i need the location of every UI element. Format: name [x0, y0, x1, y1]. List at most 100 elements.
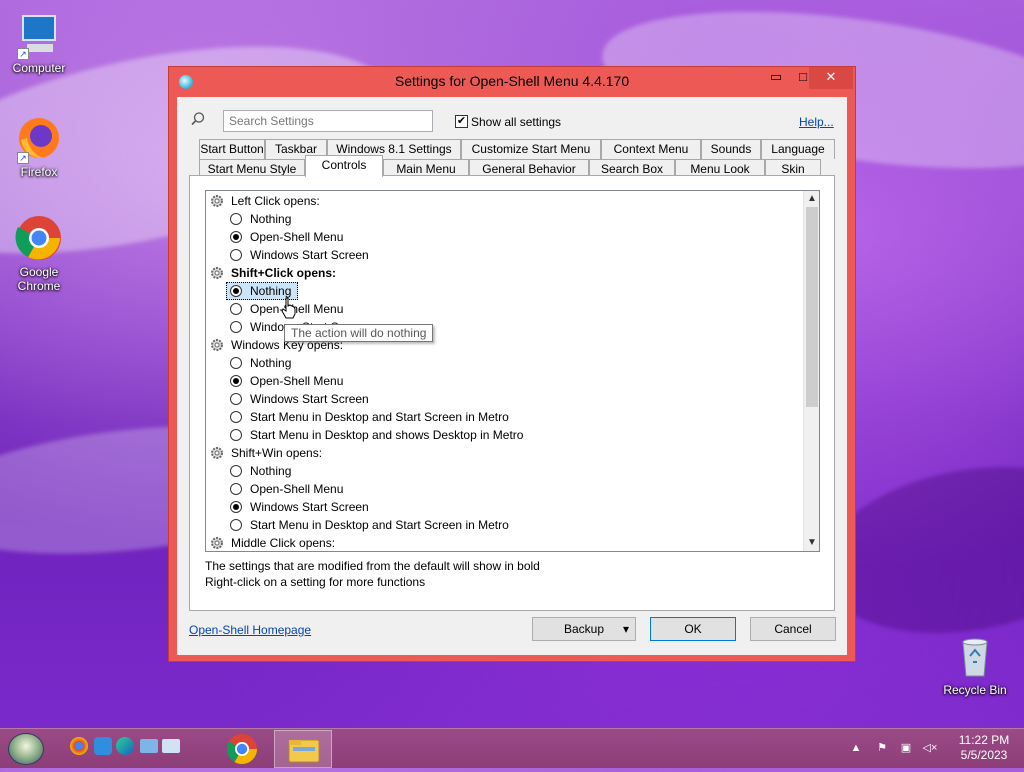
radio-button[interactable] [230, 375, 242, 387]
gear-icon [211, 537, 223, 549]
radio-button[interactable] [230, 501, 242, 513]
recycle-bin-icon [951, 632, 999, 680]
radio-button[interactable] [230, 393, 242, 405]
tooltip: The action will do nothing [284, 324, 434, 342]
group-label: Left Click opens: [231, 194, 320, 208]
desktop-icon-label: Computer [12, 61, 66, 75]
tab-sounds[interactable]: Sounds [701, 139, 761, 159]
option-label: Open-Shell Menu [250, 482, 344, 496]
quick-launch-window-icon[interactable] [162, 739, 180, 753]
window-client-area: Search Settings ✔ Show all settings Help… [177, 97, 847, 655]
desktop-icon-label: Google Chrome [17, 265, 61, 293]
quick-launch-edge-icon[interactable] [116, 737, 134, 755]
volume-muted-icon[interactable]: ◁× [922, 741, 938, 755]
option-label: Start Menu in Desktop and Start Screen i… [250, 518, 509, 532]
desktop-icon-recycle-bin[interactable]: Recycle Bin [936, 632, 1014, 697]
show-all-settings-checkbox[interactable]: ✔ [455, 115, 468, 128]
info-text: The settings that are modified from the … [205, 558, 540, 590]
tab-customize-start-menu[interactable]: Customize Start Menu [461, 139, 601, 159]
desktop-icon-computer[interactable]: ↗ Computer [0, 10, 78, 75]
quick-launch-desktop-icon[interactable] [140, 739, 158, 753]
chrome-icon [15, 214, 63, 262]
tab-start-button[interactable]: Start Button [199, 139, 265, 159]
gear-icon [211, 447, 223, 459]
dropdown-arrow-icon: ▾ [622, 622, 629, 636]
desktop-icon-label: Firefox [20, 165, 58, 179]
backup-button[interactable]: Backup ▾ [532, 617, 636, 641]
radio-button[interactable] [230, 483, 242, 495]
option-label: Windows Start Screen [250, 392, 369, 406]
ok-button[interactable]: OK [650, 617, 736, 641]
firefox-icon: ↗ [15, 114, 63, 164]
start-button[interactable] [8, 733, 44, 765]
radio-button[interactable] [230, 357, 242, 369]
gear-icon [211, 195, 223, 207]
shortcut-arrow-icon: ↗ [17, 48, 29, 60]
clock-date: 5/5/2023 [960, 748, 1008, 762]
show-all-settings-label[interactable]: Show all settings [471, 115, 561, 129]
clock-time: 11:22 PM [958, 733, 1010, 747]
info-line-modified: The settings that are modified from the … [205, 559, 540, 573]
quick-launch-chrome-icon[interactable] [70, 737, 88, 755]
radio-button[interactable] [230, 411, 242, 423]
backup-label: Backup [563, 622, 605, 636]
close-button[interactable]: ✕ [809, 67, 853, 89]
option-label: Windows Start Screen [250, 500, 369, 514]
title-bar[interactable]: Settings for Open-Shell Menu 4.4.170 ▭ □… [169, 67, 855, 97]
radio-button[interactable] [230, 249, 242, 261]
group-label: Shift+Click opens: [231, 266, 337, 280]
group-label: Middle Click opens: [231, 536, 336, 550]
desktop-icon-chrome[interactable]: Google Chrome [0, 214, 78, 293]
shortcut-arrow-icon: ↗ [17, 152, 29, 164]
hand-cursor-icon [281, 297, 296, 319]
taskbar-chrome-button[interactable] [222, 730, 262, 768]
system-clock[interactable]: 11:22 PM 5/5/2023 [956, 733, 1012, 763]
taskbar-file-explorer-button[interactable] [274, 730, 332, 768]
computer-icon: ↗ [15, 10, 63, 60]
search-icon [191, 112, 205, 126]
help-link[interactable]: Help... [799, 115, 834, 129]
network-icon[interactable]: ▣ [898, 741, 914, 755]
scroll-up-icon[interactable]: ▲ [804, 191, 819, 207]
search-input[interactable]: Search Settings [223, 110, 433, 132]
controls-tab-panel: Left Click opens: Nothing Open-Shell Men… [189, 175, 835, 611]
option-label: Open-Shell Menu [250, 374, 344, 388]
scrollbar-thumb[interactable] [806, 207, 818, 407]
option-label: Nothing [250, 212, 292, 226]
tab-language[interactable]: Language [761, 139, 835, 159]
radio-button[interactable] [230, 465, 242, 477]
option-label: Nothing [250, 356, 292, 370]
action-center-flag-icon[interactable]: ⚑ [874, 741, 890, 755]
vertical-scrollbar[interactable]: ▲ ▼ [803, 191, 819, 551]
option-label: Nothing [250, 464, 292, 478]
tab-controls[interactable]: Controls [305, 155, 383, 177]
taskbar: ▲ ⚑ ▣ ◁× 11:22 PM 5/5/2023 [0, 728, 1024, 768]
option-label: Start Menu in Desktop and Start Screen i… [250, 410, 509, 424]
gear-icon [211, 339, 223, 351]
radio-button[interactable] [230, 303, 242, 315]
radio-button[interactable] [230, 213, 242, 225]
radio-button[interactable] [230, 231, 242, 243]
desktop-icon-firefox[interactable]: ↗ Firefox [0, 114, 78, 179]
gear-icon [211, 267, 223, 279]
radio-button[interactable] [230, 519, 242, 531]
quick-launch-ie-icon[interactable] [94, 737, 112, 755]
tab-context-menu[interactable]: Context Menu [601, 139, 701, 159]
cancel-button[interactable]: Cancel [750, 617, 836, 641]
radio-button[interactable] [230, 285, 242, 297]
homepage-link[interactable]: Open-Shell Homepage [189, 623, 311, 637]
chrome-icon [226, 734, 257, 765]
minimize-button[interactable]: ▭ [761, 67, 791, 89]
info-line-right-click: Right-click on a setting for more functi… [205, 575, 426, 589]
radio-button[interactable] [230, 429, 242, 441]
desktop-icon-label: Recycle Bin [943, 683, 1007, 697]
scroll-down-icon[interactable]: ▼ [804, 535, 819, 551]
radio-button[interactable] [230, 321, 242, 333]
window-title: Settings for Open-Shell Menu 4.4.170 [394, 73, 630, 89]
option-label: Open-Shell Menu [250, 230, 344, 244]
option-label: Windows Start Screen [250, 248, 369, 262]
settings-list[interactable]: Left Click opens: Nothing Open-Shell Men… [205, 190, 820, 552]
settings-window: Settings for Open-Shell Menu 4.4.170 ▭ □… [168, 66, 856, 662]
option-label: Start Menu in Desktop and shows Desktop … [250, 428, 524, 442]
tray-overflow-arrow-icon[interactable]: ▲ [850, 741, 862, 755]
